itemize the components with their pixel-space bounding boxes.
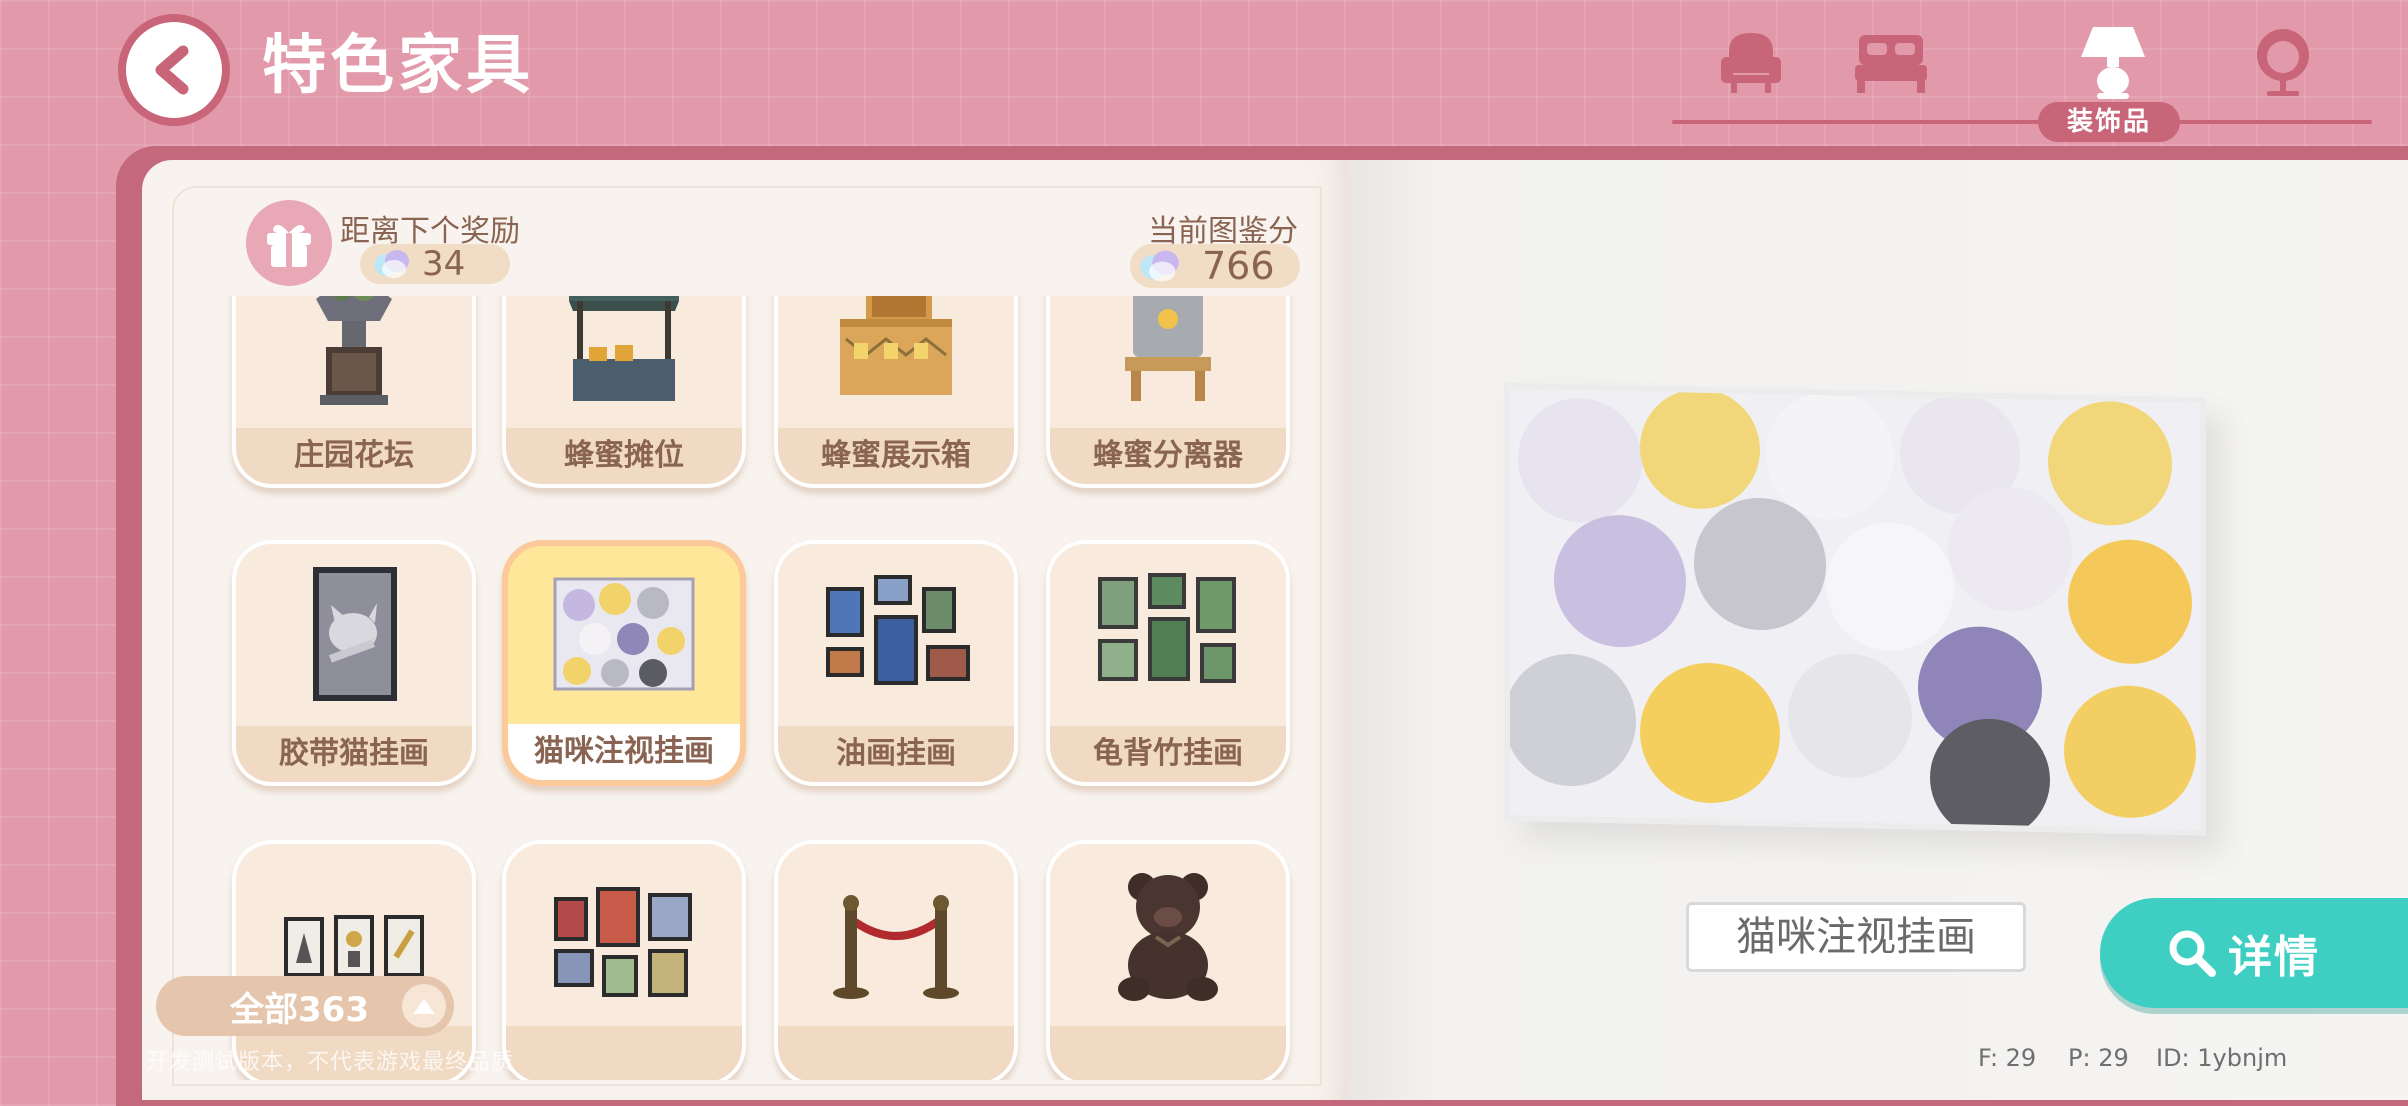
item-card[interactable] (502, 840, 746, 1080)
armchair-icon (1721, 33, 1781, 93)
item-label: 庄园花坛 (236, 428, 472, 484)
filter-label: 全部363 (230, 989, 369, 1030)
filter-arrow[interactable] (402, 984, 446, 1028)
teddy-bear-art (1050, 844, 1286, 1020)
tab-active-label: 装饰品 (2038, 102, 2180, 142)
page-title: 特色家具 (262, 29, 534, 103)
lamp-icon (2081, 27, 2145, 99)
detail-label: 详情 (2228, 932, 2320, 983)
item-card[interactable]: 庄园花坛 (232, 296, 476, 488)
monstera-painting-art (1050, 544, 1286, 720)
item-card[interactable]: 蜂蜜展示箱 (774, 296, 1018, 488)
preview-painting (1504, 382, 2206, 839)
tab-bed[interactable] (1846, 16, 1936, 106)
oil-painting-art (778, 544, 1014, 720)
item-card[interactable]: 蜂蜜摊位 (502, 296, 746, 488)
item-label: 蜂蜜摊位 (506, 428, 742, 484)
score-value: 766 (1202, 244, 1275, 288)
debug-id: ID: 1ybnjm (2156, 1044, 2288, 1072)
back-button[interactable] (118, 14, 230, 126)
caret-up-icon (413, 999, 435, 1014)
item-label: 猫咪注视挂画 (508, 724, 740, 780)
item-label (506, 1026, 742, 1080)
cat-gaze-painting-art (508, 546, 740, 722)
debug-p: P: 29 (2068, 1044, 2129, 1072)
back-arrow-icon (155, 45, 189, 95)
item-card[interactable]: 油画挂画 (774, 540, 1018, 786)
tab-armchair[interactable] (1706, 16, 1796, 106)
reward-value: 34 (422, 244, 466, 284)
item-label: 胶带猫挂画 (236, 726, 472, 782)
item-label: 油画挂画 (778, 726, 1014, 782)
reward-pill: 34 (360, 244, 510, 284)
item-card[interactable]: 胶带猫挂画 (232, 540, 476, 786)
manor-flowerbed-art (236, 296, 472, 422)
dev-watermark: 开发测试版本，不代表游戏最终品质 (146, 1050, 515, 1075)
item-label (778, 1026, 1014, 1080)
tab-underline (1672, 120, 2372, 124)
item-card[interactable]: 蜂蜜分离器 (1046, 296, 1290, 488)
tab-pendant-chair[interactable] (2238, 16, 2328, 106)
gift-icon (267, 224, 311, 267)
gift-badge[interactable] (246, 200, 332, 286)
item-card[interactable] (774, 840, 1018, 1080)
honey-stall-art (506, 296, 742, 422)
item-label: 蜂蜜展示箱 (778, 428, 1014, 484)
cat-gaze-painting-preview (1504, 388, 2200, 839)
score-pill: 766 (1130, 244, 1300, 288)
detail-button[interactable]: 详情 (2100, 898, 2408, 1008)
item-label: 龟背竹挂画 (1050, 726, 1286, 782)
item-grid: 庄园花坛 蜂蜜摊位 蜂蜜展示箱 蜂蜜分离器 胶带猫挂画 猫咪注视挂画 油画挂画 … (200, 296, 1320, 1080)
honey-display-box-art (778, 296, 1014, 422)
search-icon (2169, 930, 2216, 977)
gallery-wall-art (506, 844, 742, 1020)
honey-extractor-art (1050, 296, 1286, 422)
item-card-selected[interactable]: 猫咪注视挂画 (502, 540, 746, 786)
bed-icon (1855, 35, 1927, 93)
item-card[interactable]: 龟背竹挂画 (1046, 540, 1290, 786)
item-card[interactable] (1046, 840, 1290, 1080)
debug-f: F: 29 (1978, 1044, 2037, 1072)
preview-item-name: 猫咪注视挂画 (1686, 902, 2026, 972)
tab-decor[interactable] (2068, 16, 2158, 106)
cotton-token-icon (1140, 250, 1179, 282)
pendant-chair-icon (2257, 29, 2309, 96)
item-label: 蜂蜜分离器 (1050, 428, 1286, 484)
cotton-token-icon (374, 250, 409, 278)
tape-cat-painting-art (236, 544, 472, 720)
item-label (1050, 1026, 1286, 1080)
velvet-rope-art (778, 844, 1014, 1020)
filter-button[interactable]: 全部363 (156, 976, 454, 1036)
